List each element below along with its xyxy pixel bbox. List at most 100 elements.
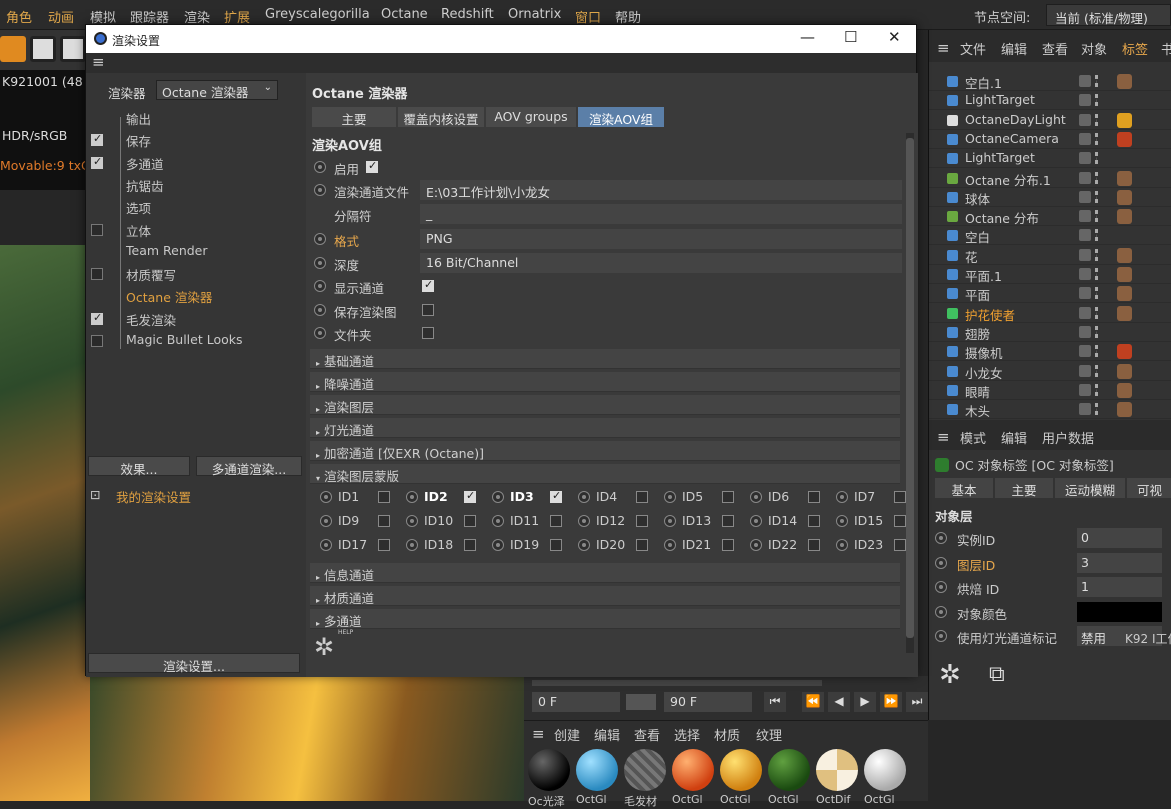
menu-ornatrix[interactable]: Ornatrix	[508, 7, 561, 22]
pass-group[interactable]: ▸ 多通道	[310, 609, 900, 629]
render-visibility-icon[interactable]	[1095, 210, 1098, 223]
om-menu-edit[interactable]: 编辑	[1001, 39, 1027, 58]
tree-item[interactable]: 输出	[86, 107, 306, 129]
layer-id-checkbox[interactable]	[464, 539, 476, 551]
enable-checkbox[interactable]	[366, 159, 378, 173]
tab-render-aov-group[interactable]: 渲染AOV组	[578, 107, 664, 127]
cube-icon[interactable]	[0, 36, 26, 62]
anim-radio-icon[interactable]	[836, 539, 848, 551]
object-row[interactable]: 球体	[929, 188, 1171, 207]
attr-tab-basic[interactable]: 基本	[935, 478, 993, 498]
prev-key-icon[interactable]: ⏪	[802, 692, 824, 712]
hamburger-icon[interactable]: ≡	[937, 428, 950, 446]
anim-radio-icon[interactable]	[314, 161, 326, 173]
anim-radio-icon[interactable]	[935, 581, 947, 593]
visibility-icon[interactable]	[1079, 403, 1091, 416]
pass-group[interactable]: ▾ 渲染图层蒙版	[310, 464, 900, 484]
tag-icon[interactable]	[1117, 170, 1132, 186]
tree-checkbox[interactable]	[91, 268, 103, 281]
anim-radio-icon[interactable]	[492, 539, 504, 551]
material-ball[interactable]	[864, 749, 906, 791]
om-menu-object[interactable]: 对象	[1081, 39, 1107, 58]
pass-group[interactable]: ▸ 渲染图层	[310, 395, 900, 415]
tree-item[interactable]: 立体	[86, 219, 306, 241]
visibility-icon[interactable]	[1079, 345, 1091, 358]
help-icon[interactable]: ✲	[939, 660, 961, 690]
menu-redshift[interactable]: Redshift	[441, 7, 494, 22]
save-render-checkbox[interactable]	[422, 304, 434, 316]
render-visibility-icon[interactable]	[1095, 132, 1098, 145]
layer-id-checkbox[interactable]	[808, 539, 820, 551]
layer-id-checkbox[interactable]	[464, 489, 476, 503]
layer-id-checkbox[interactable]	[378, 515, 390, 527]
visibility-icon[interactable]	[1079, 152, 1091, 165]
tag-icon[interactable]	[1117, 247, 1132, 263]
mat-menu-texture[interactable]: 纹理	[756, 725, 782, 744]
anim-radio-icon[interactable]	[664, 515, 676, 527]
material-ball[interactable]	[672, 749, 714, 791]
anim-radio-icon[interactable]	[406, 491, 418, 503]
tag-icon[interactable]	[1117, 305, 1132, 321]
mat-menu-material[interactable]: 材质	[714, 725, 740, 744]
menu-greyscalegorilla[interactable]: Greyscalegorilla	[265, 7, 370, 22]
render-visibility-icon[interactable]	[1095, 248, 1098, 261]
object-row[interactable]: 木头	[929, 400, 1171, 420]
depth-select[interactable]: 16 Bit/Channel	[420, 253, 902, 273]
material-ball[interactable]	[624, 749, 666, 791]
goto-start-icon[interactable]: ⏮	[764, 692, 786, 712]
layer-id-checkbox[interactable]	[378, 491, 390, 503]
layer-id-checkbox[interactable]	[636, 539, 648, 551]
visibility-icon[interactable]	[1079, 325, 1091, 338]
help-icon[interactable]: ✲	[314, 633, 334, 661]
visibility-icon[interactable]	[1079, 75, 1091, 87]
anim-radio-icon[interactable]	[492, 515, 504, 527]
tree-checkbox[interactable]	[91, 155, 103, 169]
pass-group[interactable]: ▸ 材质通道	[310, 586, 900, 606]
material-ball[interactable]	[816, 749, 858, 791]
object-row[interactable]: 护花使者	[929, 304, 1171, 323]
layer-id-checkbox[interactable]	[894, 539, 906, 551]
tab-kernel-override[interactable]: 覆盖内核设置	[398, 107, 484, 127]
attr-tab-motion-blur[interactable]: 运动模糊	[1055, 478, 1125, 498]
tag-icon[interactable]	[1117, 209, 1132, 225]
anim-radio-icon[interactable]	[935, 532, 947, 544]
node-space-select[interactable]: 当前 (标准/物理)	[1046, 4, 1171, 26]
settings-expand-icon[interactable]: ⊡	[90, 487, 100, 502]
object-row[interactable]: 小龙女	[929, 362, 1171, 381]
my-render-settings[interactable]: 我的渲染设置	[116, 487, 191, 506]
object-row[interactable]: Octane 分布	[929, 207, 1171, 227]
anim-radio-icon[interactable]	[406, 539, 418, 551]
menu-octane[interactable]: Octane	[381, 7, 428, 22]
tree-item[interactable]: Octane 渲染器	[86, 285, 306, 307]
pass-group[interactable]: ▸ 灯光通道	[310, 418, 900, 438]
render-visibility-icon[interactable]	[1095, 94, 1098, 107]
mat-menu-edit[interactable]: 编辑	[594, 725, 620, 744]
pass-group[interactable]: ▸ 加密通道 [仅EXR (Octane)]	[310, 441, 900, 461]
tab-aov-groups[interactable]: AOV groups	[486, 107, 576, 127]
tree-item[interactable]: Magic Bullet Looks	[86, 330, 306, 352]
anim-radio-icon[interactable]	[836, 491, 848, 503]
render-visibility-icon[interactable]	[1095, 268, 1098, 280]
layer-id-checkbox[interactable]	[636, 491, 648, 503]
visibility-icon[interactable]	[1079, 287, 1091, 300]
visibility-icon[interactable]	[1079, 190, 1091, 203]
object-row[interactable]: 平面	[929, 284, 1171, 304]
layer-id-checkbox[interactable]	[464, 515, 476, 527]
visibility-icon[interactable]	[1079, 383, 1091, 396]
layer-id-checkbox[interactable]	[722, 539, 734, 551]
tag-icon[interactable]	[1117, 74, 1132, 89]
render-visibility-icon[interactable]	[1095, 75, 1098, 87]
render-visibility-icon[interactable]	[1095, 171, 1098, 184]
tag-icon[interactable]	[1117, 382, 1132, 398]
render-settings-button[interactable]: 渲染设置...	[88, 653, 300, 674]
anim-radio-icon[interactable]	[935, 630, 947, 642]
layer-id-checkbox[interactable]	[636, 515, 648, 527]
tree-checkbox[interactable]	[91, 223, 103, 236]
scrollbar-thumb[interactable]	[906, 138, 914, 638]
tag-icon[interactable]	[1117, 402, 1132, 418]
object-row[interactable]: LightTarget	[929, 91, 1171, 111]
tree-item[interactable]: 保存	[86, 129, 306, 151]
tree-item[interactable]: Team Render	[86, 241, 306, 263]
file-path-field[interactable]: E:\03工作计划\小龙女	[420, 180, 902, 200]
material-ball[interactable]	[576, 749, 618, 791]
